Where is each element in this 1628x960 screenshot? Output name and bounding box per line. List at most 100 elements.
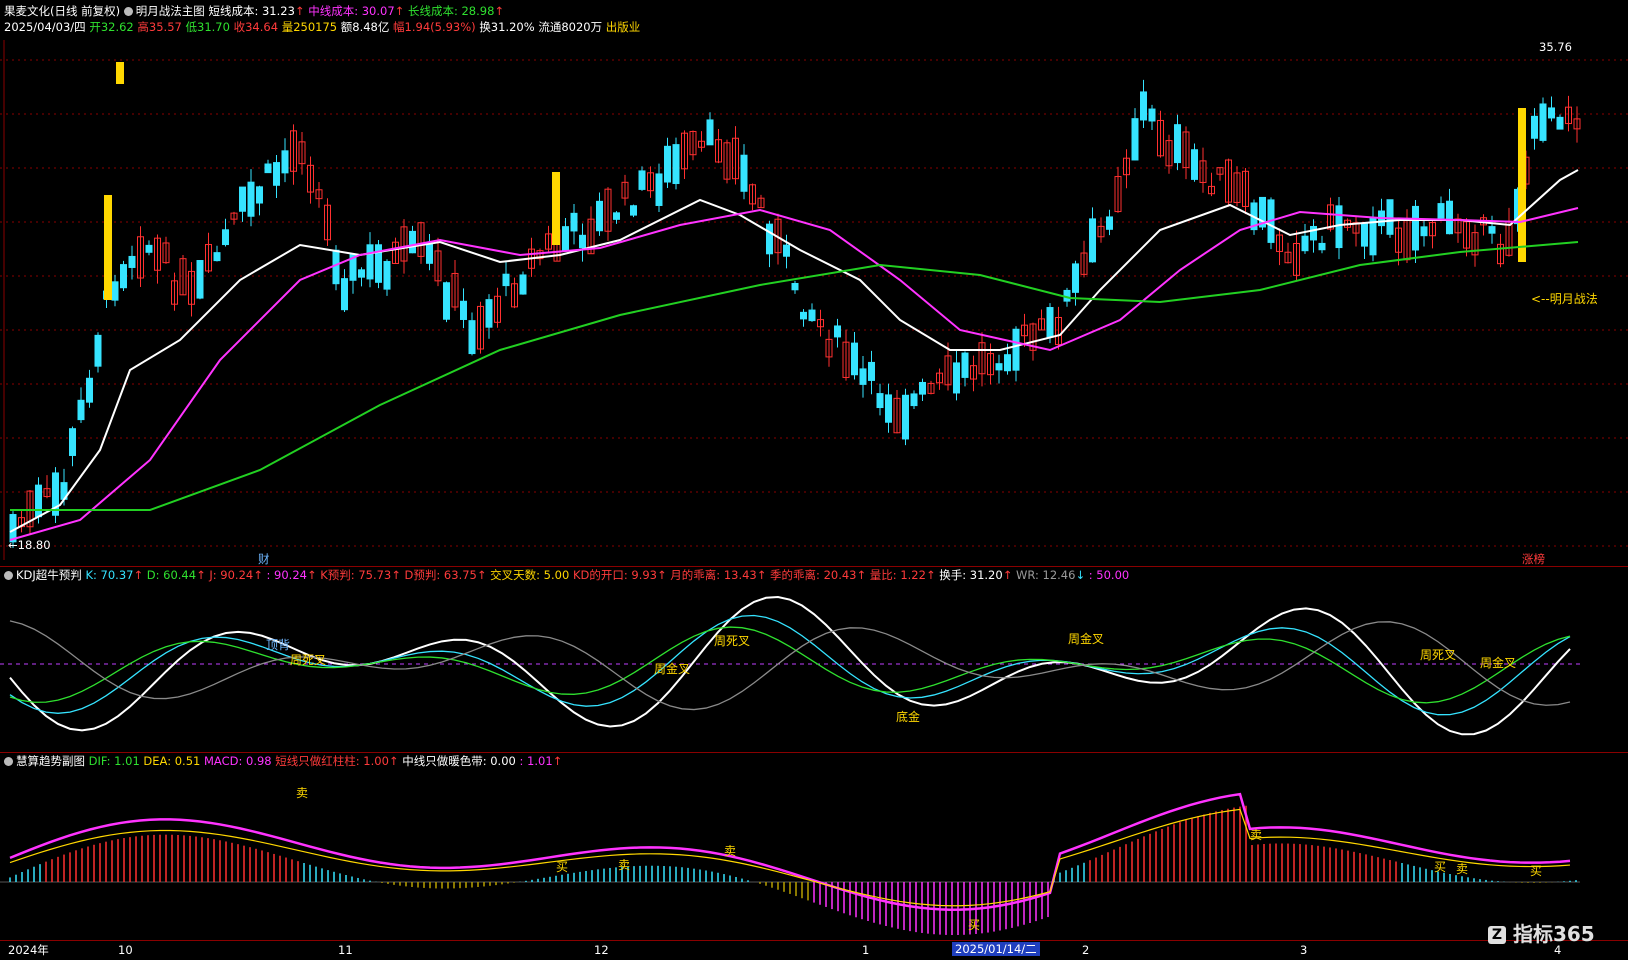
candle-body [145, 244, 153, 253]
candle-body [1072, 263, 1079, 293]
candle-body [426, 243, 433, 264]
kdj-annotation: 周死叉 [714, 634, 751, 648]
indicator-name[interactable]: 明月战法主图 [136, 4, 205, 18]
candle-body [995, 363, 1003, 371]
candle-body [655, 173, 663, 206]
candle-body [1437, 203, 1445, 219]
gear-icon[interactable] [123, 7, 133, 16]
candle-body [791, 282, 799, 291]
candle-body [341, 278, 348, 311]
kdj-month-dev: 月的乖离: 13.43 [670, 568, 757, 582]
watermark-logo: Z 指标365 [1488, 918, 1595, 947]
kdj-j-line [9, 596, 1571, 736]
candle-body [35, 484, 42, 518]
quote-volume: 量250175 [281, 20, 338, 34]
candle-body [1046, 307, 1054, 338]
macd-signal-buy: 买 [556, 860, 569, 874]
candle-body [885, 394, 892, 423]
candle-body [264, 163, 272, 174]
candle-body [562, 226, 569, 251]
candle-body [502, 273, 510, 287]
zhangbang-tag[interactable]: 涨榜 [1522, 552, 1545, 566]
macd-header: 慧算趋势副图 DIF: 1.01 DEA: 0.51 MACD: 0.98 短线… [4, 754, 562, 768]
macd-name[interactable]: 慧算趋势副图 [16, 754, 85, 768]
candle-body [273, 162, 280, 186]
quote-amount: 额8.48亿 [340, 20, 390, 34]
candle-body [808, 309, 816, 322]
quote-industry[interactable]: 出版业 [606, 20, 641, 34]
time-label: 2 [1082, 943, 1090, 957]
candle-body [1318, 242, 1326, 251]
candle-body [876, 393, 884, 409]
quote-open: 开32.62 [89, 20, 134, 34]
candle-body [766, 223, 773, 255]
candle-body [1004, 354, 1011, 372]
main-header: 果麦文化(日线 前复权) 明月战法主图 短线成本: 31.23↑ 中线成本: 3… [4, 4, 505, 18]
time-label: 2024年 [8, 943, 49, 957]
macd-signal-sell: 卖 [1456, 862, 1469, 876]
kdj-wr: WR: 12.46 [1015, 568, 1076, 582]
min-price-label: ←18.80 [8, 538, 51, 552]
kdj-name[interactable]: KDJ超牛预判 [16, 568, 82, 582]
candle-body [128, 255, 136, 268]
kdj-wr-line [9, 620, 1571, 711]
cai-tag[interactable]: 财 [258, 552, 270, 566]
quote-high: 高35.57 [137, 20, 182, 34]
kdj-annotation: 底金 [896, 710, 921, 724]
candle-body [120, 264, 127, 289]
ma-mid-line [9, 207, 1579, 541]
candle-body [596, 200, 603, 232]
candle-body [1310, 225, 1317, 241]
quote-float: 流通8020万 [538, 20, 603, 34]
candle-body [460, 300, 467, 320]
kdj-annotation: 周金叉 [1068, 632, 1105, 646]
macd-signal-sell: 卖 [618, 858, 631, 872]
candle-body [638, 170, 646, 190]
kdj-k: K: 70.37 [85, 568, 134, 582]
candle-body [1106, 216, 1113, 230]
kdj-gap: KD的开口: 9.93 [572, 568, 657, 582]
candle-body [196, 260, 204, 299]
candle-body [443, 282, 450, 320]
ma-short-line [9, 169, 1579, 533]
kdj-j: J: 90.24 [209, 568, 254, 582]
candle-body [664, 145, 671, 183]
stock-name[interactable]: 果麦文化(日线 前复权) [4, 4, 120, 18]
kdj-annotation: 顶背 [266, 638, 291, 652]
candle-body [740, 154, 748, 192]
macd-extra: : 1.01 [519, 754, 553, 768]
candle-body [1446, 200, 1453, 235]
macd-signal-sell: 卖 [724, 844, 737, 858]
candle-body [281, 150, 289, 174]
kdj-volume-ratio: 量比: 1.22 [869, 568, 926, 582]
kdj-header: KDJ超牛预判 K: 70.37↑ D: 60.44↑ J: 90.24↑ : … [4, 568, 1129, 582]
candle-body [468, 320, 476, 355]
macd-signal-buy: 买 [1434, 860, 1447, 874]
candle-body [86, 377, 93, 403]
max-price-label: 35.76 [1539, 40, 1572, 54]
macd-signal-sell: 卖 [296, 786, 309, 800]
time-label: 11 [338, 943, 353, 957]
candle-body [519, 274, 527, 295]
candle-body [1089, 218, 1096, 263]
time-label: 3 [1300, 943, 1308, 957]
quote-change: 幅1.94(5.93%) [393, 20, 476, 34]
candle-body [213, 252, 221, 262]
stock-chart-canvas[interactable] [0, 0, 1628, 960]
macd-mid-warm: 中线只做暖色带: 0.00 [402, 754, 516, 768]
candle-body [1301, 235, 1309, 252]
gear-icon[interactable] [4, 757, 13, 766]
kdj-annotation: 周金叉 [654, 662, 691, 676]
kdj-annotation: 周死叉 [290, 653, 327, 667]
candle-body [1420, 226, 1428, 237]
watermark-text: 指标365 [1512, 922, 1595, 946]
mingyue-tag: <--明月战法 [1531, 292, 1598, 306]
candle-body [1488, 226, 1496, 234]
kdj-annotation: 周金叉 [1480, 656, 1517, 670]
candle-body [485, 299, 493, 328]
candle-body [247, 181, 255, 217]
candle-body [366, 244, 374, 280]
macd-value: MACD: 0.98 [204, 754, 272, 768]
gear-icon[interactable] [4, 571, 13, 580]
quote-low: 低31.70 [185, 20, 230, 34]
